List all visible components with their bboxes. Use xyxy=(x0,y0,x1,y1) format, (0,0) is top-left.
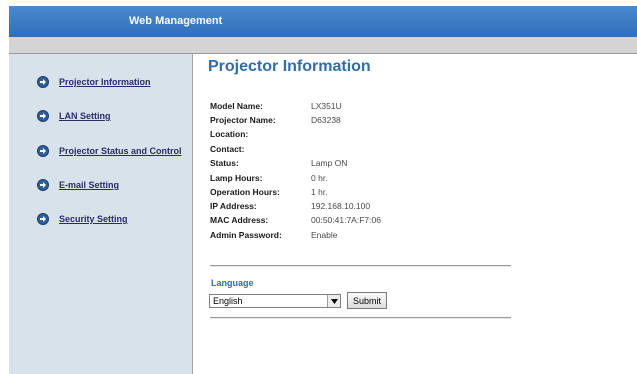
info-label: Model Name: xyxy=(210,101,263,111)
info-label: Admin Password: xyxy=(210,230,282,240)
sidebar-item-label[interactable]: E-mail Setting xyxy=(59,180,119,190)
info-label: Operation Hours: xyxy=(210,187,280,197)
page-title: Projector Information xyxy=(208,58,371,75)
header-bar: Web Management xyxy=(9,6,637,37)
arrow-right-icon xyxy=(37,213,49,225)
info-label: Lamp Hours: xyxy=(210,173,263,183)
info-label: Status: xyxy=(210,158,239,168)
arrow-right-icon xyxy=(37,179,49,191)
info-label: MAC Address: xyxy=(210,215,269,225)
info-value: 00:50:41:7A:F7:06 xyxy=(311,215,381,225)
info-value: 0 hr. xyxy=(311,173,328,183)
sidebar-item-label[interactable]: Projector Status and Control xyxy=(59,146,182,156)
main-content: Projector Information Model Name: LX351U… xyxy=(192,54,637,374)
info-value: 1 hr. xyxy=(311,187,328,197)
arrow-right-icon xyxy=(37,76,49,88)
sidebar: Projector Information LAN Setting Projec… xyxy=(9,54,193,374)
info-label: Contact: xyxy=(210,144,245,154)
sidebar-item-label[interactable]: Projector Information xyxy=(59,77,151,87)
info-value: Enable xyxy=(311,230,338,240)
sidebar-item-security-setting[interactable]: Security Setting xyxy=(37,211,128,227)
info-label: Location: xyxy=(210,129,249,139)
arrow-right-icon xyxy=(37,110,49,122)
info-value: D63238 xyxy=(311,115,341,125)
language-selected-value: English xyxy=(213,296,243,306)
info-label: IP Address: xyxy=(210,201,257,211)
sidebar-item-projector-status[interactable]: Projector Status and Control xyxy=(37,143,182,159)
language-label: Language xyxy=(211,278,254,288)
arrow-right-icon xyxy=(37,145,49,157)
chevron-down-icon[interactable] xyxy=(327,295,340,307)
window-edge xyxy=(0,0,9,374)
sidebar-item-lan-setting[interactable]: LAN Setting xyxy=(37,108,111,124)
app-title: Web Management xyxy=(129,15,223,27)
sidebar-item-projector-information[interactable]: Projector Information xyxy=(37,74,151,90)
submit-button[interactable]: Submit xyxy=(347,292,387,309)
divider xyxy=(210,317,511,319)
sidebar-item-label[interactable]: Security Setting xyxy=(59,214,128,224)
sidebar-item-email-setting[interactable]: E-mail Setting xyxy=(37,177,119,193)
info-value: LX351U xyxy=(311,101,342,111)
toolbar-strip xyxy=(9,37,637,54)
info-label: Projector Name: xyxy=(210,115,276,125)
info-value: 192.168.10.100 xyxy=(311,201,371,211)
divider xyxy=(210,265,511,267)
language-select[interactable]: English xyxy=(209,294,341,308)
info-value: Lamp ON xyxy=(311,158,348,168)
sidebar-item-label[interactable]: LAN Setting xyxy=(59,111,111,121)
